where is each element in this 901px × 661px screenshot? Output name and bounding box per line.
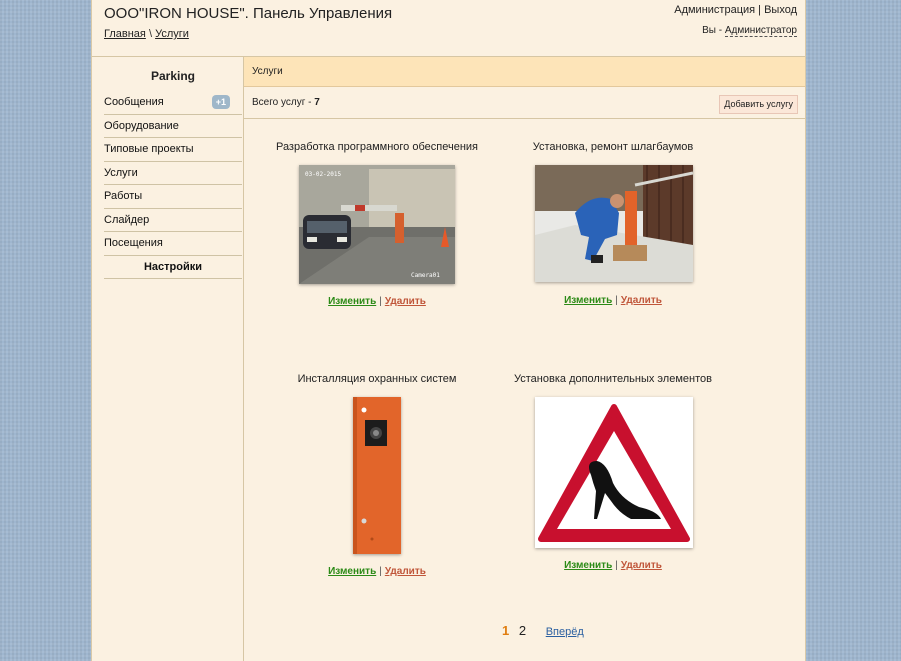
actions-separator: | [615, 295, 618, 306]
services-toolbar: Всего услуг - 7 Добавить услугу [244, 87, 805, 119]
service-card-image[interactable] [535, 397, 693, 548]
service-card-image[interactable]: 03-02-2015 Camera01 [299, 165, 455, 284]
main-content: Услуги Всего услуг - 7 Добавить услугу Р… [244, 57, 805, 661]
actions-separator: | [379, 566, 382, 577]
service-card-image[interactable] [535, 165, 694, 282]
service-card-actions: Изменить | Удалить [262, 296, 492, 307]
services-total-value: 7 [314, 97, 320, 108]
sidebar-item-slider[interactable]: Слайдер [104, 209, 242, 232]
breadcrumb-separator: \ [148, 28, 152, 40]
service-card: Инсталляция охранных систем Изменить | Уда… [262, 373, 492, 593]
sidebar: Parking Сообщения +1 Оборудование Типовы… [92, 57, 244, 661]
site-title: ООО"IRON HOUSE". Панель Управления [104, 5, 393, 22]
barrier-camera-photo: 03-02-2015 Camera01 [299, 165, 455, 284]
service-card-title: Разработка программного обеспечения [275, 141, 479, 153]
sidebar-item-settings[interactable]: Настройки [104, 256, 242, 279]
services-total: Всего услуг - 7 [252, 97, 320, 108]
sidebar-item-visits[interactable]: Посещения [104, 232, 242, 256]
sidebar-item-equipment[interactable]: Оборудование [104, 115, 242, 138]
service-card-actions: Изменить | Удалить [498, 295, 728, 306]
sidebar-item-services[interactable]: Услуги [104, 162, 242, 185]
user-name-link[interactable]: Администратор [724, 25, 797, 37]
actions-separator: | [379, 296, 382, 307]
edit-link[interactable]: Изменить [328, 566, 376, 577]
service-card-title: Установка, ремонт шлагбаумов [532, 141, 694, 153]
sidebar-menu: Сообщения +1 Оборудование Типовые проект… [104, 91, 242, 279]
delete-link[interactable]: Удалить [385, 296, 426, 307]
service-card-title: Инсталляция охранных систем [297, 373, 457, 385]
user-prefix: Вы - [702, 25, 723, 36]
section-title: Услуги [244, 57, 805, 87]
camera-label: Camera01 [411, 272, 440, 279]
admin-link[interactable]: Администрация [674, 4, 755, 16]
sidebar-item-label: Услуги [104, 166, 138, 179]
logout-link[interactable]: Выход [764, 4, 797, 16]
top-links: Администрация | Выход [674, 4, 797, 16]
service-card-image[interactable] [353, 397, 401, 554]
breadcrumb-home-link[interactable]: Главная [104, 28, 146, 40]
edit-link[interactable]: Изменить [564, 560, 612, 571]
breadcrumb: Главная \ Услуги [104, 28, 189, 40]
camera-timestamp: 03-02-2015 [305, 171, 342, 178]
delete-link[interactable]: Удалить [621, 560, 662, 571]
add-service-button[interactable]: Добавить услугу [719, 95, 798, 114]
sidebar-item-label: Оборудование [104, 119, 179, 132]
warning-sign-high-heel [535, 397, 693, 548]
pagination: 1 2 Вперёд [502, 623, 584, 638]
sidebar-item-label: Настройки [143, 260, 203, 273]
sidebar-item-label: Слайдер [104, 213, 150, 226]
service-card-actions: Изменить | Удалить [262, 566, 492, 577]
top-links-separator: | [758, 4, 762, 16]
user-line: Вы - Администратор [702, 25, 797, 37]
breadcrumb-current-link[interactable]: Услуги [155, 28, 189, 40]
service-card: Установка дополнительных элементов Измен… [498, 373, 728, 593]
sidebar-title: Parking [150, 69, 195, 83]
service-card-actions: Изменить | Удалить [498, 560, 728, 571]
edit-link[interactable]: Изменить [564, 295, 612, 306]
sidebar-item-works[interactable]: Работы [104, 185, 242, 209]
sidebar-item-label: Сообщения [104, 96, 164, 108]
orange-security-pillar-photo [353, 397, 401, 554]
actions-separator: | [615, 560, 618, 571]
messages-count-badge: +1 [211, 95, 230, 109]
pagination-page-2[interactable]: 2 [519, 623, 526, 638]
service-card-title: Установка дополнительных элементов [514, 373, 712, 385]
delete-link[interactable]: Удалить [385, 566, 426, 577]
service-card: Установка, ремонт шлагбаумов Изменить | … [498, 141, 728, 321]
sidebar-item-messages[interactable]: Сообщения +1 [104, 91, 242, 115]
delete-link[interactable]: Удалить [621, 295, 662, 306]
header: ООО"IRON HOUSE". Панель Управления Главн… [92, 0, 805, 57]
edit-link[interactable]: Изменить [328, 296, 376, 307]
pagination-current-page: 1 [502, 623, 510, 638]
page: ООО"IRON HOUSE". Панель Управления Главн… [91, 0, 806, 661]
sidebar-item-label: Работы [104, 190, 143, 202]
services-total-label: Всего услуг - [252, 97, 312, 108]
pagination-next-link[interactable]: Вперёд [546, 626, 584, 638]
sidebar-item-label: Типовые проекты [104, 143, 194, 155]
worker-repairing-barrier-photo [535, 165, 694, 282]
sidebar-item-typical-projects[interactable]: Типовые проекты [104, 138, 242, 162]
service-card: Разработка программного обеспечения 03-0… [262, 141, 492, 321]
sidebar-item-label: Посещения [104, 237, 163, 249]
